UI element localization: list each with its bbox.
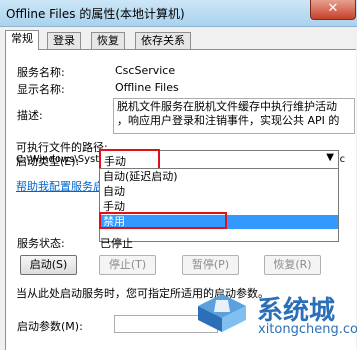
close-button[interactable]: ✕ bbox=[310, 0, 356, 20]
resume-button[interactable]: 恢复(R) bbox=[264, 255, 321, 275]
help-link[interactable]: 帮助我配置服务启 bbox=[16, 178, 104, 194]
service-name-label: 服务名称: bbox=[17, 66, 65, 79]
startup-type-label: 启动类型(E): bbox=[16, 155, 80, 168]
start-button[interactable]: 启动(S) bbox=[20, 255, 77, 275]
description-line-2: ，响应用户登录和注销事件，实现公共 API 的 bbox=[117, 114, 340, 127]
watermark-logo-icon bbox=[198, 294, 246, 332]
title-bar: Offline Files 的属性(本地计算机) ✕ bbox=[0, 0, 357, 27]
disabled-option-highlight bbox=[99, 212, 227, 229]
description-line-1: 脱机文件服务在脱机文件缓存中执行维护活动 bbox=[117, 100, 337, 113]
pause-button[interactable]: 暂停(P) bbox=[182, 255, 239, 275]
service-status-label: 服务状态: bbox=[17, 237, 65, 250]
stop-button[interactable]: 停止(T) bbox=[99, 255, 156, 275]
startup-type-dropdown: 自动(延迟启动) 自动 手动 禁用 bbox=[99, 168, 339, 242]
option-auto[interactable]: 自动 bbox=[100, 185, 338, 199]
tab-recovery[interactable]: 恢复 bbox=[91, 32, 125, 49]
display-name-value: Offline Files bbox=[115, 81, 179, 94]
description-box[interactable]: 脱机文件服务在脱机文件缓存中执行维护活动 ，响应用户登录和注销事件，实现公共 A… bbox=[113, 98, 355, 134]
start-params-label: 启动参数(M): bbox=[17, 320, 83, 333]
tab-dependencies[interactable]: 依存关系 bbox=[135, 32, 191, 49]
watermark-url: xitongcheng.com bbox=[258, 322, 357, 337]
chevron-down-icon[interactable]: ▼ bbox=[326, 152, 334, 163]
option-auto-delayed[interactable]: 自动(延迟启动) bbox=[100, 170, 338, 184]
description-label: 描述: bbox=[17, 109, 43, 122]
service-status-value: 已停止 bbox=[100, 237, 133, 250]
tab-general[interactable]: 常规 bbox=[5, 30, 39, 50]
startup-type-highlight bbox=[99, 149, 160, 170]
display-name-label: 显示名称: bbox=[17, 83, 65, 96]
service-name-value: CscService bbox=[115, 64, 176, 77]
window-title: Offline Files 的属性(本地计算机) bbox=[6, 7, 185, 21]
tab-logon[interactable]: 登录 bbox=[47, 32, 81, 49]
